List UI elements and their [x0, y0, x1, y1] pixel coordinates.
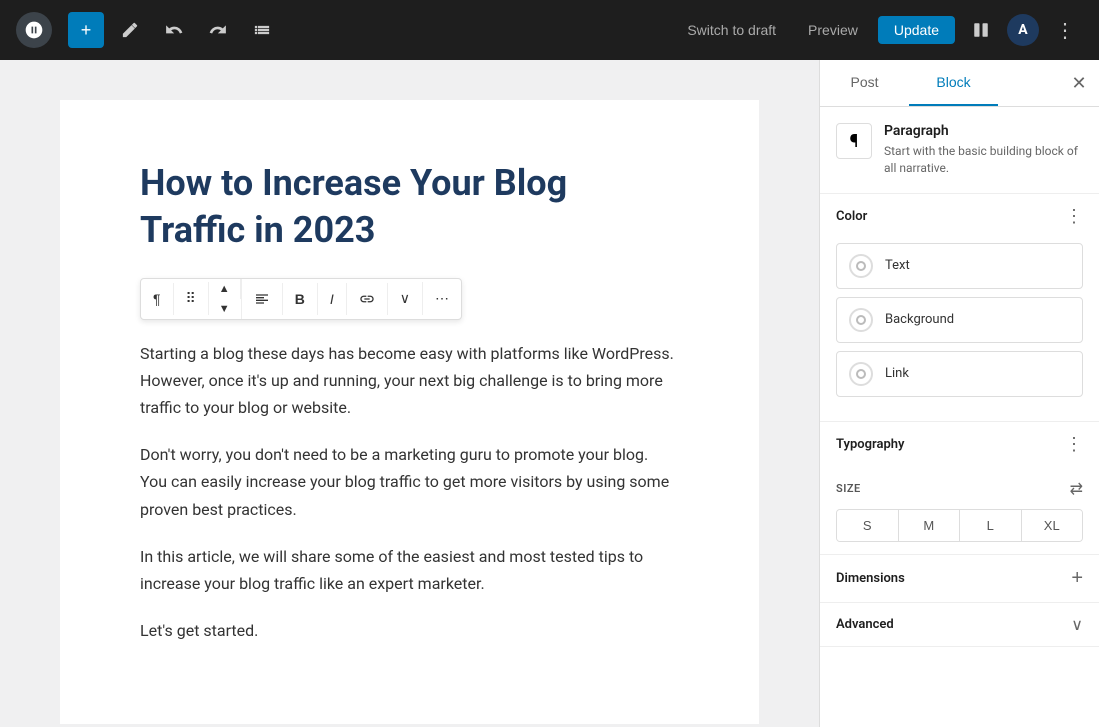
- editor-area: How to Increase Your Blog Traffic in 202…: [0, 60, 819, 727]
- paragraph-3: In this article, we will share some of t…: [140, 543, 679, 597]
- tab-post[interactable]: Post: [820, 60, 909, 106]
- bold-button[interactable]: B: [283, 283, 318, 315]
- typography-more-button[interactable]: ⋮: [1065, 434, 1083, 455]
- typography-section-header[interactable]: Typography ⋮: [820, 422, 1099, 467]
- color-section-title: Color: [836, 209, 867, 224]
- block-type-title: Paragraph: [884, 123, 1083, 139]
- astra-icon[interactable]: A: [1007, 14, 1039, 46]
- color-option-link[interactable]: Link: [836, 351, 1083, 397]
- size-filter-button[interactable]: ⇄: [1070, 479, 1083, 499]
- dimensions-section: Dimensions +: [820, 555, 1099, 603]
- size-s-button[interactable]: S: [837, 510, 899, 541]
- dimensions-add-button[interactable]: +: [1071, 567, 1083, 590]
- dimensions-header[interactable]: Dimensions +: [820, 555, 1099, 602]
- dropdown-button[interactable]: ∨: [388, 282, 423, 315]
- color-option-background[interactable]: Background: [836, 297, 1083, 343]
- link-color-label: Link: [885, 366, 909, 381]
- block-type-icon: ¶: [836, 123, 872, 159]
- move-down-button[interactable]: ▼: [209, 299, 241, 319]
- color-options: Text Background Link: [820, 239, 1099, 421]
- add-block-button[interactable]: +: [68, 12, 104, 48]
- redo-button[interactable]: [200, 12, 236, 48]
- block-text-info: Paragraph Start with the basic building …: [884, 123, 1083, 177]
- size-xl-button[interactable]: XL: [1022, 510, 1083, 541]
- link-button[interactable]: [347, 283, 388, 315]
- italic-button[interactable]: I: [318, 283, 347, 315]
- paragraph-1: Starting a blog these days has become ea…: [140, 340, 679, 422]
- list-view-button[interactable]: [244, 12, 280, 48]
- move-up-button[interactable]: ▲: [209, 279, 241, 299]
- align-button[interactable]: [242, 283, 283, 315]
- advanced-section: Advanced ∨: [820, 603, 1099, 647]
- preview-button[interactable]: Preview: [796, 16, 870, 44]
- size-l-button[interactable]: L: [960, 510, 1022, 541]
- editor-canvas: How to Increase Your Blog Traffic in 202…: [60, 100, 759, 724]
- size-options: S M L XL: [836, 509, 1083, 542]
- toolbar: + Switch to draft Preview Update A ⋮: [0, 0, 1099, 60]
- main-layout: How to Increase Your Blog Traffic in 202…: [0, 60, 1099, 727]
- size-m-button[interactable]: M: [899, 510, 961, 541]
- undo-button[interactable]: [156, 12, 192, 48]
- sidebar-close-button[interactable]: ✕: [1059, 63, 1099, 103]
- color-section-header[interactable]: Color ⋮: [820, 194, 1099, 239]
- background-color-circle: [849, 308, 873, 332]
- block-type-description: Start with the basic building block of a…: [884, 143, 1083, 177]
- drag-handle-button[interactable]: ⠿: [174, 282, 209, 315]
- link-color-circle: [849, 362, 873, 386]
- text-color-label: Text: [885, 258, 910, 273]
- post-title: How to Increase Your Blog Traffic in 202…: [140, 160, 679, 254]
- sidebar: Post Block ✕ ¶ Paragraph Start with the …: [819, 60, 1099, 727]
- typography-controls: SIZE ⇄ S M L XL: [820, 467, 1099, 554]
- more-block-options-button[interactable]: ⋯: [423, 282, 461, 315]
- paragraph-2: Don't worry, you don't need to be a mark…: [140, 441, 679, 523]
- edit-mode-button[interactable]: [112, 12, 148, 48]
- typography-section: Typography ⋮ SIZE ⇄ S M L XL: [820, 422, 1099, 555]
- advanced-header[interactable]: Advanced ∨: [820, 603, 1099, 646]
- update-button[interactable]: Update: [878, 16, 955, 44]
- advanced-chevron-icon: ∨: [1071, 615, 1083, 634]
- tab-block[interactable]: Block: [909, 60, 998, 106]
- wp-logo[interactable]: [16, 12, 52, 48]
- color-more-button[interactable]: ⋮: [1065, 206, 1083, 227]
- paragraph-type-button[interactable]: ¶: [141, 283, 174, 315]
- dimensions-label: Dimensions: [836, 571, 905, 586]
- typography-section-title: Typography: [836, 437, 905, 452]
- paragraph-4: Let's get started.: [140, 617, 679, 644]
- view-toggle-button[interactable]: [963, 12, 999, 48]
- color-option-text[interactable]: Text: [836, 243, 1083, 289]
- block-info: ¶ Paragraph Start with the basic buildin…: [820, 107, 1099, 194]
- background-color-label: Background: [885, 312, 954, 327]
- advanced-label: Advanced: [836, 617, 894, 632]
- more-options-button[interactable]: ⋮: [1047, 12, 1083, 48]
- size-label-text: SIZE: [836, 482, 861, 495]
- text-color-circle: [849, 254, 873, 278]
- switch-draft-button[interactable]: Switch to draft: [675, 16, 788, 44]
- color-section: Color ⋮ Text Background: [820, 194, 1099, 422]
- inline-toolbar: ¶ ⠿ ▲ ▼ B I ∨ ⋯: [140, 278, 462, 320]
